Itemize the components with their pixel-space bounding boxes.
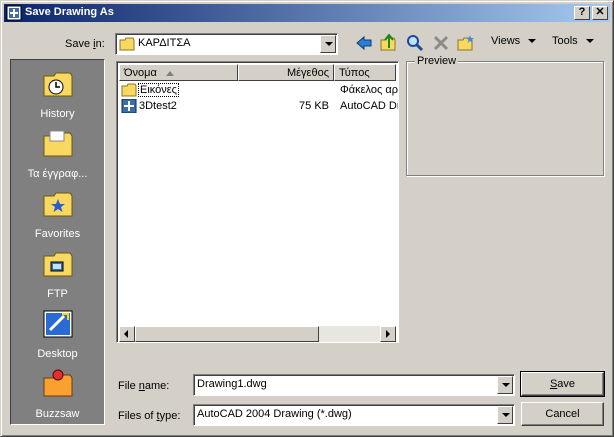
help-icon: ?: [578, 6, 586, 18]
back-button[interactable]: [353, 32, 375, 54]
save-in-dropdown-button[interactable]: [320, 35, 336, 53]
places-bar: History Τα έγγραφ... Favorites FTP Deskt…: [10, 59, 105, 425]
autocad-app-icon: [6, 5, 22, 21]
sort-arrow-icon: [165, 71, 174, 76]
column-header-name[interactable]: Όνομα: [119, 64, 238, 81]
favorites-icon: [43, 192, 73, 217]
help-button[interactable]: ?: [574, 6, 590, 20]
file-name: Εικόνες: [138, 83, 179, 97]
horizontal-scrollbar[interactable]: [119, 326, 396, 342]
scroll-right-button[interactable]: [380, 326, 396, 342]
file-name-label: File name:: [118, 380, 170, 392]
close-button[interactable]: ✕: [592, 6, 608, 20]
folder-icon: [119, 37, 135, 51]
close-icon: ✕: [595, 6, 605, 18]
file-size: 75 KB: [299, 100, 329, 112]
file-type-label: Files of type:: [118, 410, 181, 422]
scroll-thumb[interactable]: [135, 326, 319, 342]
file-name-value: Drawing1.dwg: [197, 378, 267, 390]
place-desktop[interactable]: Desktop: [11, 304, 104, 364]
create-folder-icon: [457, 35, 474, 51]
chevron-left-icon: [124, 330, 128, 338]
file-type-value: AutoCAD 2004 Drawing (*.dwg): [197, 408, 352, 420]
place-label: Buzzsaw: [35, 408, 80, 420]
column-header-size[interactable]: Μέγεθος: [238, 64, 334, 81]
file-name-input[interactable]: Drawing1.dwg: [193, 374, 515, 396]
column-header-type[interactable]: Τύπος: [334, 64, 396, 81]
place-buzzsaw[interactable]: Buzzsaw: [11, 364, 104, 424]
file-row[interactable]: Εικόνες Φάκελος αρ: [119, 82, 398, 98]
place-label: Τα έγγραφ...: [27, 168, 88, 180]
file-type-dropdown-button[interactable]: [497, 406, 513, 424]
scroll-left-button[interactable]: [119, 326, 135, 342]
place-favorites[interactable]: Favorites: [11, 184, 104, 244]
place-label: FTP: [47, 288, 68, 300]
place-label: History: [40, 108, 75, 120]
cancel-button[interactable]: Cancel: [521, 402, 604, 426]
folder-icon: [121, 83, 137, 97]
preview-label: Preview: [415, 55, 459, 67]
file-type: Φάκελος αρ: [340, 84, 398, 96]
history-icon: [43, 72, 73, 97]
file-name: 3Dtest2: [139, 100, 177, 112]
save-in-label: Save in:: [65, 38, 105, 50]
file-row[interactable]: 3Dtest2 75 KB AutoCAD Dr: [119, 98, 398, 114]
delete-button[interactable]: [430, 32, 452, 54]
place-ftp[interactable]: FTP: [11, 244, 104, 304]
title-bar[interactable]: Save Drawing As ? ✕: [4, 4, 610, 22]
chevron-down-icon: [585, 39, 594, 44]
window-title: Save Drawing As: [25, 6, 114, 18]
file-name-dropdown-button[interactable]: [497, 376, 513, 394]
ftp-icon: [43, 252, 73, 277]
chevron-down-icon: [528, 39, 537, 44]
file-type: AutoCAD Dr: [340, 100, 398, 112]
up-folder-icon: [380, 34, 396, 51]
save-in-value: ΚΑΡΔΙΤΣΑ: [138, 37, 191, 49]
dwg-file-icon: [121, 99, 137, 113]
place-documents[interactable]: Τα έγγραφ...: [11, 124, 104, 184]
save-button[interactable]: Save: [520, 371, 605, 397]
tools-label: Tools: [552, 35, 578, 47]
place-history[interactable]: History: [11, 64, 104, 124]
create-folder-button[interactable]: [455, 32, 477, 54]
documents-icon: [43, 130, 73, 157]
preview-box: Preview: [406, 55, 604, 176]
up-folder-button[interactable]: [378, 32, 400, 54]
search-web-button[interactable]: [404, 32, 426, 54]
place-label: Favorites: [34, 228, 81, 240]
save-drawing-dialog: Save Drawing As ? ✕ Save in: ΚΑΡΔΙΤΣΑ Vi…: [0, 0, 614, 437]
delete-icon: [433, 35, 449, 51]
back-icon: [356, 35, 372, 51]
file-type-select[interactable]: AutoCAD 2004 Drawing (*.dwg): [193, 404, 515, 426]
views-label: Views: [491, 35, 521, 47]
tools-menu-button[interactable]: Tools: [552, 35, 594, 55]
desktop-icon: [43, 310, 73, 338]
buzzsaw-icon: [43, 369, 73, 397]
views-menu-button[interactable]: Views: [491, 35, 537, 55]
place-label: Desktop: [37, 348, 78, 360]
search-web-icon: [407, 35, 424, 52]
file-list[interactable]: Όνομα Μέγεθος Τύπος Εικόνες Φάκελος αρ 3…: [116, 61, 399, 343]
chevron-right-icon: [386, 330, 390, 338]
save-in-combo[interactable]: ΚΑΡΔΙΤΣΑ: [115, 33, 338, 55]
